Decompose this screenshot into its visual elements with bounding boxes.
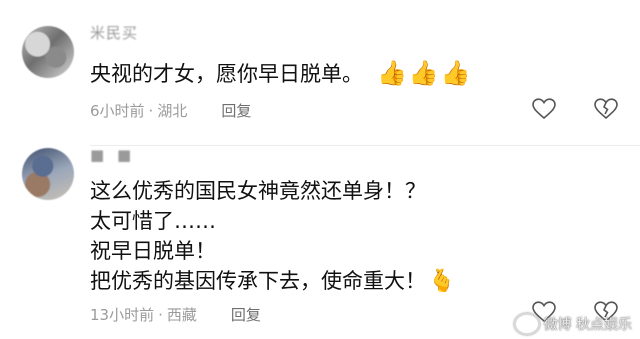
emoji-row: 👍👍👍: [375, 58, 471, 89]
comment-2: ■ ■ 这么优秀的国民女神竟然还单身！？ 太可惜了…… 祝早日脱单！ 把优秀的基…: [0, 146, 640, 339]
separator: ·: [148, 102, 154, 120]
watermark: 微博 秋点娱乐: [513, 313, 632, 335]
separator: ·: [158, 306, 163, 324]
username[interactable]: ■ ■: [90, 146, 135, 164]
avatar[interactable]: [22, 148, 74, 200]
location: 西藏: [166, 306, 197, 324]
comment-line-text: 把优秀的基因传承下去，使命重大！: [90, 269, 426, 293]
weibo-logo-icon: [513, 313, 540, 335]
crossed-fingers-heart-icon: 🫰: [428, 269, 456, 294]
like-button[interactable]: [530, 96, 558, 122]
thumbs-up-icon: 👍: [377, 59, 407, 87]
comment-meta: 6小时前 · 湖北 回复: [90, 100, 251, 121]
watermark-text: 微博 秋点娱乐: [543, 317, 632, 333]
thumbs-up-icon: 👍: [440, 59, 471, 87]
comment-meta: 13小时前 · 西藏 回复: [90, 304, 261, 325]
comment-line: 祝早日脱单！: [90, 239, 216, 263]
location: 湖北: [157, 102, 188, 120]
thumbs-up-icon: 👍: [408, 59, 439, 87]
comment-line: 这么优秀的国民女神竟然还单身！？: [90, 179, 426, 203]
dislike-button[interactable]: [592, 96, 620, 122]
comment-line-text: 央视的才女，愿你早日脱单。: [90, 62, 363, 86]
comment-text: 这么优秀的国民女神竟然还单身！？ 太可惜了…… 祝早日脱单！ 把优秀的基因传承下…: [90, 176, 455, 297]
comment-line: 央视的才女，愿你早日脱单。 👍👍👍: [90, 58, 471, 89]
reply-button[interactable]: 回复: [231, 306, 261, 324]
timestamp: 6小时前: [90, 102, 145, 120]
avatar[interactable]: [22, 26, 74, 78]
comment-text: 央视的才女，愿你早日脱单。 👍👍👍: [90, 58, 471, 89]
comment-line: 太可惜了……: [90, 209, 216, 233]
username[interactable]: 米民买: [90, 22, 138, 43]
broken-heart-icon: [594, 98, 618, 120]
comment-1: 米民买 央视的才女，愿你早日脱单。 👍👍👍 6小时前 · 湖北 回复: [0, 0, 640, 146]
heart-icon: [532, 98, 556, 120]
comment-line: 把优秀的基因传承下去，使命重大！🫰: [90, 266, 455, 297]
reply-button[interactable]: 回复: [221, 102, 251, 120]
timestamp: 13小时前: [90, 306, 155, 324]
